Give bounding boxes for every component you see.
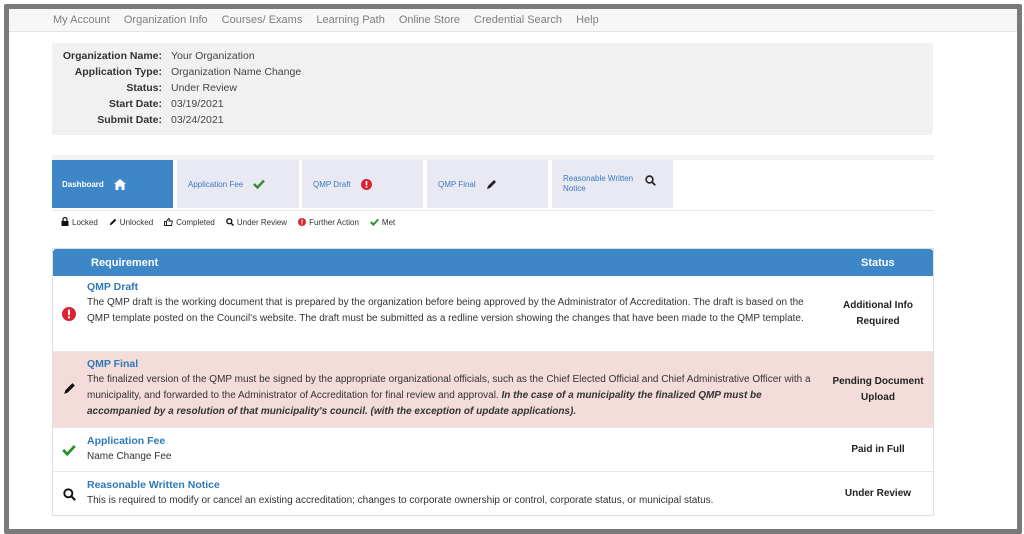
check-icon — [253, 179, 266, 189]
check-icon — [61, 442, 77, 458]
table-row[interactable]: QMP Final The finalized version of the Q… — [53, 352, 933, 428]
table-row[interactable]: QMP Draft The QMP draft is the working d… — [53, 276, 933, 352]
home-icon — [113, 178, 126, 190]
column-header-requirement: Requirement — [91, 257, 159, 269]
column-header-status: Status — [861, 257, 895, 269]
pencil-icon — [486, 179, 497, 190]
requirement-title-link[interactable]: QMP Final — [87, 358, 138, 370]
nav-my-account[interactable]: My Account — [53, 14, 110, 26]
legend-locked: Locked — [61, 216, 98, 228]
lock-icon — [61, 216, 69, 228]
requirement-title-link[interactable]: Reasonable Written Notice — [87, 479, 220, 491]
tab-qmp-draft[interactable]: QMP Draft — [302, 160, 423, 208]
tab-dashboard[interactable]: Dashboard — [52, 160, 173, 208]
legend-under-review: Under Review — [225, 217, 287, 228]
legend-met: Met — [369, 218, 395, 228]
tab-application-fee[interactable]: Application Fee — [177, 160, 299, 208]
tab-qmp-final[interactable]: QMP Final — [427, 160, 548, 208]
search-icon — [645, 174, 657, 186]
status-text: Pending Document Upload — [832, 376, 924, 403]
requirement-description: This is required to modify or cancel an … — [87, 495, 714, 506]
top-navigation: My Account Organization Info Courses/ Ex… — [9, 9, 1017, 32]
alert-icon — [61, 306, 77, 322]
legend-completed: Completed — [164, 217, 215, 228]
status-text: Paid in Full — [851, 444, 905, 455]
nav-learning-path[interactable]: Learning Path — [316, 14, 385, 26]
app-frame: My Account Organization Info Courses/ Ex… — [4, 4, 1022, 534]
table-row[interactable]: Application Fee Name Change Fee Paid in … — [53, 428, 933, 472]
thumbs-up-icon — [164, 217, 173, 228]
alert-icon — [360, 178, 372, 190]
alert-icon — [298, 217, 307, 228]
status-text: Additional Info Required — [843, 300, 913, 327]
requirement-title-link[interactable]: QMP Draft — [87, 281, 138, 293]
nav-courses-exams[interactable]: Courses/ Exams — [222, 14, 303, 26]
search-icon — [61, 486, 77, 502]
nav-online-store[interactable]: Online Store — [399, 14, 460, 26]
info-application-type: Application Type: Organization Name Chan… — [74, 66, 302, 78]
application-info-panel: Organization Name: Your Organization App… — [52, 43, 933, 135]
status-legend: Locked Unlocked Completed Under Review F… — [61, 216, 395, 228]
check-icon — [369, 218, 379, 228]
status-text: Under Review — [844, 488, 912, 499]
requirements-table: Requirement Status QMP Draft The QMP dra… — [52, 248, 934, 516]
nav-help[interactable]: Help — [576, 14, 599, 26]
nav-organization-info[interactable]: Organization Info — [124, 14, 208, 26]
info-organization-name: Organization Name: Your Organization — [62, 50, 255, 62]
requirement-description: The QMP draft is the working document th… — [87, 297, 804, 324]
legend-further-action: Further Action — [298, 217, 359, 228]
nav-credential-search[interactable]: Credential Search — [474, 14, 562, 26]
requirement-tabs: Dashboard Application Fee QMP Draft QMP … — [52, 155, 934, 211]
table-header: Requirement Status — [53, 249, 933, 276]
info-status: Status: Under Review — [126, 82, 237, 94]
info-start-date: Start Date: 03/19/2021 — [108, 98, 224, 110]
table-row[interactable]: Reasonable Written Notice This is requir… — [53, 472, 933, 516]
pencil-icon — [61, 380, 77, 396]
search-icon — [225, 217, 234, 228]
tab-reasonable-written-notice[interactable]: Reasonable Written Notice — [552, 160, 673, 208]
info-submit-date: Submit Date: 03/24/2021 — [97, 114, 224, 126]
legend-unlocked: Unlocked — [109, 218, 153, 228]
pencil-icon — [109, 218, 117, 228]
requirement-title-link[interactable]: Application Fee — [87, 435, 165, 447]
requirement-description: Name Change Fee — [87, 451, 172, 462]
requirement-description: The finalized version of the QMP must be… — [87, 374, 811, 417]
